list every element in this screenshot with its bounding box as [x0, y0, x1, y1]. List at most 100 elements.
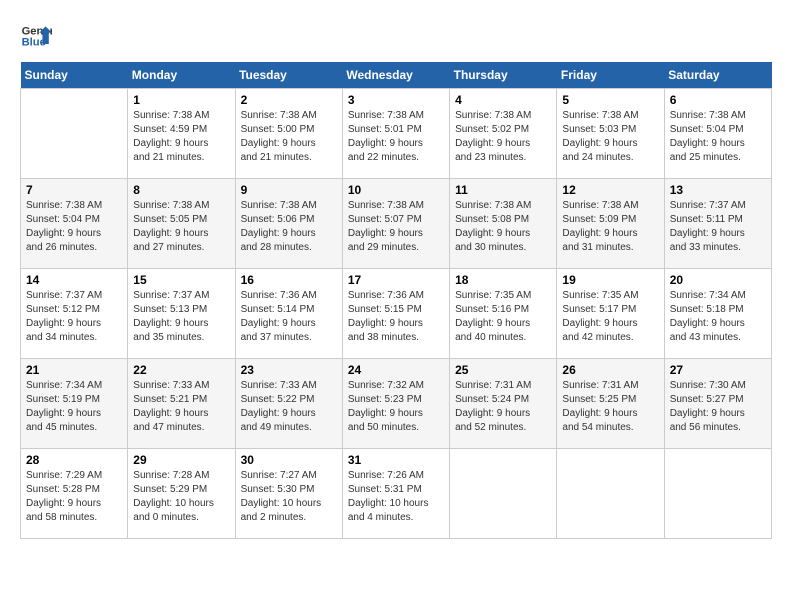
- day-info: Sunrise: 7:34 AMSunset: 5:18 PMDaylight:…: [670, 289, 766, 345]
- day-number: 18: [455, 273, 551, 287]
- calendar-cell: 20Sunrise: 7:34 AMSunset: 5:18 PMDayligh…: [664, 269, 771, 359]
- day-info: Sunrise: 7:38 AMSunset: 5:06 PMDaylight:…: [241, 199, 337, 255]
- day-number: 8: [133, 183, 229, 197]
- calendar-cell: 7 Sunrise: 7:38 AMSunset: 5:04 PMDaylight…: [21, 179, 128, 269]
- calendar-cell: [21, 89, 128, 179]
- calendar-cell: 15 Sunrise: 7:37 AMSunset: 5:13 PMDayligh…: [128, 269, 235, 359]
- calendar-cell: [450, 449, 557, 539]
- calendar-cell: 14 Sunrise: 7:37 AMSunset: 5:12 PMDayligh…: [21, 269, 128, 359]
- calendar-cell: 23 Sunrise: 7:33 AMSunset: 5:22 PMDayligh…: [235, 359, 342, 449]
- calendar-cell: 2 Sunrise: 7:38 AMSunset: 5:00 PMDaylight…: [235, 89, 342, 179]
- calendar-cell: 12 Sunrise: 7:38 AMSunset: 5:09 PMDayligh…: [557, 179, 664, 269]
- calendar-cell: 28Sunrise: 7:29 AMSunset: 5:28 PMDayligh…: [21, 449, 128, 539]
- day-number: 29: [133, 453, 229, 467]
- calendar-cell: 13Sunrise: 7:37 AMSunset: 5:11 PMDayligh…: [664, 179, 771, 269]
- calendar-cell: 21 Sunrise: 7:34 AMSunset: 5:19 PMDayligh…: [21, 359, 128, 449]
- logo: General Blue: [20, 20, 52, 52]
- day-number: 11: [455, 183, 551, 197]
- day-info: Sunrise: 7:38 AMSunset: 5:00 PMDaylight:…: [241, 109, 337, 165]
- day-number: 15: [133, 273, 229, 287]
- day-number: 13: [670, 183, 766, 197]
- day-number: 4: [455, 93, 551, 107]
- day-number: 23: [241, 363, 337, 377]
- day-number: 26: [562, 363, 658, 377]
- calendar-cell: 10 Sunrise: 7:38 AMSunset: 5:07 PMDayligh…: [342, 179, 449, 269]
- day-info: Sunrise: 7:26 AMSunset: 5:31 PMDaylight:…: [348, 469, 444, 525]
- day-number: 2: [241, 93, 337, 107]
- calendar-cell: 18Sunrise: 7:35 AMSunset: 5:16 PMDayligh…: [450, 269, 557, 359]
- day-number: 24: [348, 363, 444, 377]
- calendar-cell: 22 Sunrise: 7:33 AMSunset: 5:21 PMDayligh…: [128, 359, 235, 449]
- calendar-cell: 31 Sunrise: 7:26 AMSunset: 5:31 PMDayligh…: [342, 449, 449, 539]
- day-info: Sunrise: 7:38 AMSunset: 5:05 PMDaylight:…: [133, 199, 229, 255]
- day-of-week-saturday: Saturday: [664, 62, 771, 89]
- day-info: Sunrise: 7:34 AMSunset: 5:19 PMDaylight:…: [26, 379, 122, 435]
- day-info: Sunrise: 7:28 AMSunset: 5:29 PMDaylight:…: [133, 469, 229, 525]
- day-number: 1: [133, 93, 229, 107]
- day-number: 5: [562, 93, 658, 107]
- calendar-cell: 17Sunrise: 7:36 AMSunset: 5:15 PMDayligh…: [342, 269, 449, 359]
- calendar-cell: 9 Sunrise: 7:38 AMSunset: 5:06 PMDaylight…: [235, 179, 342, 269]
- day-number: 10: [348, 183, 444, 197]
- day-number: 21: [26, 363, 122, 377]
- calendar-cell: 24 Sunrise: 7:32 AMSunset: 5:23 PMDayligh…: [342, 359, 449, 449]
- day-info: Sunrise: 7:38 AMSunset: 5:09 PMDaylight:…: [562, 199, 658, 255]
- day-info: Sunrise: 7:38 AMSunset: 5:01 PMDaylight:…: [348, 109, 444, 165]
- calendar-cell: 25 Sunrise: 7:31 AMSunset: 5:24 PMDayligh…: [450, 359, 557, 449]
- day-info: Sunrise: 7:31 AMSunset: 5:24 PMDaylight:…: [455, 379, 551, 435]
- day-of-week-sunday: Sunday: [21, 62, 128, 89]
- day-of-week-wednesday: Wednesday: [342, 62, 449, 89]
- calendar-cell: 26 Sunrise: 7:31 AMSunset: 5:25 PMDayligh…: [557, 359, 664, 449]
- calendar-cell: [664, 449, 771, 539]
- day-number: 30: [241, 453, 337, 467]
- day-info: Sunrise: 7:32 AMSunset: 5:23 PMDaylight:…: [348, 379, 444, 435]
- day-number: 14: [26, 273, 122, 287]
- day-number: 28: [26, 453, 122, 467]
- day-number: 19: [562, 273, 658, 287]
- day-info: Sunrise: 7:38 AMSunset: 5:08 PMDaylight:…: [455, 199, 551, 255]
- day-info: Sunrise: 7:31 AMSunset: 5:25 PMDaylight:…: [562, 379, 658, 435]
- calendar-cell: [557, 449, 664, 539]
- calendar-cell: 16 Sunrise: 7:36 AMSunset: 5:14 PMDayligh…: [235, 269, 342, 359]
- logo-icon: General Blue: [20, 20, 52, 52]
- day-info: Sunrise: 7:36 AMSunset: 5:14 PMDaylight:…: [241, 289, 337, 345]
- day-info: Sunrise: 7:38 AMSunset: 5:02 PMDaylight:…: [455, 109, 551, 165]
- day-info: Sunrise: 7:38 AMSunset: 5:07 PMDaylight:…: [348, 199, 444, 255]
- day-of-week-thursday: Thursday: [450, 62, 557, 89]
- calendar-cell: 1 Sunrise: 7:38 AMSunset: 4:59 PMDaylight…: [128, 89, 235, 179]
- day-number: 22: [133, 363, 229, 377]
- day-info: Sunrise: 7:38 AMSunset: 5:03 PMDaylight:…: [562, 109, 658, 165]
- calendar-cell: 3Sunrise: 7:38 AMSunset: 5:01 PMDaylight…: [342, 89, 449, 179]
- calendar-cell: 27Sunrise: 7:30 AMSunset: 5:27 PMDayligh…: [664, 359, 771, 449]
- day-info: Sunrise: 7:35 AMSunset: 5:17 PMDaylight:…: [562, 289, 658, 345]
- calendar-cell: 29 Sunrise: 7:28 AMSunset: 5:29 PMDayligh…: [128, 449, 235, 539]
- calendar-cell: 11 Sunrise: 7:38 AMSunset: 5:08 PMDayligh…: [450, 179, 557, 269]
- day-number: 16: [241, 273, 337, 287]
- svg-text:Blue: Blue: [22, 37, 46, 49]
- day-number: 7: [26, 183, 122, 197]
- day-of-week-friday: Friday: [557, 62, 664, 89]
- day-number: 6: [670, 93, 766, 107]
- day-number: 9: [241, 183, 337, 197]
- day-of-week-monday: Monday: [128, 62, 235, 89]
- calendar-cell: 4 Sunrise: 7:38 AMSunset: 5:02 PMDaylight…: [450, 89, 557, 179]
- day-info: Sunrise: 7:36 AMSunset: 5:15 PMDaylight:…: [348, 289, 444, 345]
- day-number: 12: [562, 183, 658, 197]
- page-header: General Blue: [20, 20, 772, 52]
- calendar-table: SundayMondayTuesdayWednesdayThursdayFrid…: [20, 62, 772, 539]
- day-info: Sunrise: 7:30 AMSunset: 5:27 PMDaylight:…: [670, 379, 766, 435]
- day-of-week-tuesday: Tuesday: [235, 62, 342, 89]
- day-info: Sunrise: 7:38 AMSunset: 5:04 PMDaylight:…: [26, 199, 122, 255]
- calendar-cell: 30 Sunrise: 7:27 AMSunset: 5:30 PMDayligh…: [235, 449, 342, 539]
- calendar-cell: 8 Sunrise: 7:38 AMSunset: 5:05 PMDaylight…: [128, 179, 235, 269]
- day-info: Sunrise: 7:27 AMSunset: 5:30 PMDaylight:…: [241, 469, 337, 525]
- day-number: 25: [455, 363, 551, 377]
- day-info: Sunrise: 7:38 AMSunset: 4:59 PMDaylight:…: [133, 109, 229, 165]
- day-info: Sunrise: 7:33 AMSunset: 5:22 PMDaylight:…: [241, 379, 337, 435]
- calendar-cell: 6 Sunrise: 7:38 AMSunset: 5:04 PMDaylight…: [664, 89, 771, 179]
- day-info: Sunrise: 7:33 AMSunset: 5:21 PMDaylight:…: [133, 379, 229, 435]
- day-info: Sunrise: 7:38 AMSunset: 5:04 PMDaylight:…: [670, 109, 766, 165]
- day-info: Sunrise: 7:37 AMSunset: 5:13 PMDaylight:…: [133, 289, 229, 345]
- day-number: 31: [348, 453, 444, 467]
- day-info: Sunrise: 7:37 AMSunset: 5:12 PMDaylight:…: [26, 289, 122, 345]
